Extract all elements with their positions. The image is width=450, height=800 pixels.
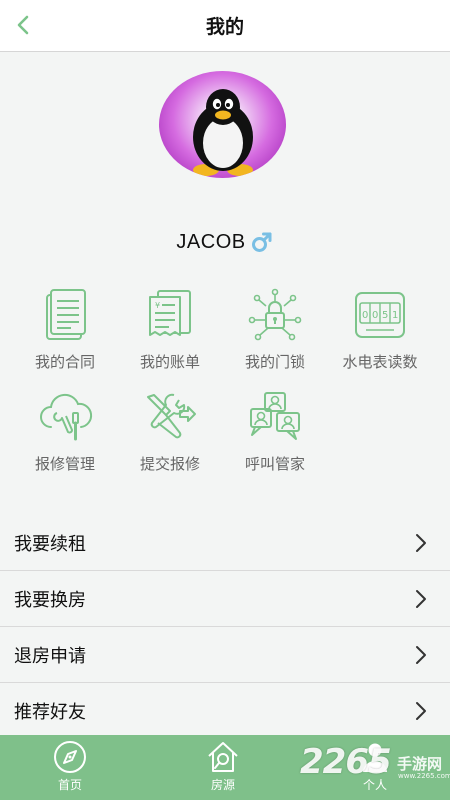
repair-cloud-icon [40, 393, 93, 441]
menu-item-renew[interactable]: 我要续租 [0, 515, 450, 571]
chevron-right-icon [416, 646, 426, 664]
meter-icon: 0 0 5 1 [355, 292, 405, 338]
top-bar: 我的 [0, 0, 450, 52]
chevron-right-icon [416, 534, 426, 552]
menu-item-label: 推荐好友 [14, 702, 86, 723]
tab-home[interactable]: 首页 [10, 735, 130, 800]
grid-item-meter[interactable]: 0 0 5 1 水电表读数 [330, 287, 430, 377]
user-info: JACOB [0, 226, 450, 258]
menu-item-label: 我要续租 [14, 534, 86, 555]
grid-label: 我的门锁 [244, 353, 305, 371]
grid-item-submit-repair[interactable]: 提交报修 [120, 389, 220, 479]
user-name: JACOB [176, 230, 246, 253]
grid-item-call-butler[interactable]: 呼叫管家 [225, 389, 325, 479]
watermark-number: 2265 [300, 742, 392, 782]
chevron-right-icon [416, 702, 426, 720]
watermark: 2265 手游网 www.2265.com [300, 742, 450, 792]
watermark-text: 手游网 [397, 755, 443, 773]
menu-item-checkout[interactable]: 退房申请 [0, 627, 450, 683]
tab-label: 房源 [210, 778, 235, 792]
grid-item-repair-manage[interactable]: 报修管理 [15, 389, 115, 479]
grid-item-bill[interactable]: ¥ 我的账单 [120, 287, 220, 377]
menu-list: 我要续租 我要换房 退房申请 推荐好友 [0, 515, 450, 739]
svg-text:1: 1 [392, 310, 398, 321]
penguin-avatar [193, 89, 253, 176]
compass-icon [54, 741, 86, 773]
menu-item-label: 退房申请 [14, 646, 86, 667]
menu-item-refer-friend[interactable]: 推荐好友 [0, 683, 450, 739]
page-title: 我的 [205, 16, 244, 38]
contract-icon [46, 289, 86, 340]
bill-icon: ¥ [149, 290, 191, 336]
menu-item-change-room[interactable]: 我要换房 [0, 571, 450, 627]
grid-item-lock[interactable]: 我的门锁 [225, 287, 325, 377]
avatar[interactable] [159, 71, 286, 178]
grid-label: 呼叫管家 [244, 455, 305, 473]
tab-label: 首页 [57, 778, 82, 792]
grid-item-contract[interactable]: 我的合同 [15, 287, 115, 377]
svg-text:0: 0 [372, 310, 378, 321]
chevron-right-icon [416, 590, 426, 608]
house-search-icon [208, 742, 238, 772]
grid-label: 我的合同 [34, 353, 95, 371]
male-icon [251, 232, 272, 252]
svg-text:¥: ¥ [155, 301, 160, 310]
grid-label: 提交报修 [139, 455, 200, 473]
watermark-url: www.2265.com [398, 772, 450, 780]
tab-listings[interactable]: 房源 [163, 735, 283, 800]
grid-label: 我的账单 [139, 353, 200, 371]
grid-label: 水电表读数 [342, 353, 418, 371]
svg-text:5: 5 [382, 310, 388, 321]
tools-icon [147, 393, 196, 439]
smart-lock-icon [248, 288, 302, 341]
call-butler-icon [250, 392, 300, 440]
svg-text:0: 0 [362, 310, 368, 321]
menu-item-label: 我要换房 [14, 590, 86, 611]
grid-label: 报修管理 [34, 455, 95, 473]
